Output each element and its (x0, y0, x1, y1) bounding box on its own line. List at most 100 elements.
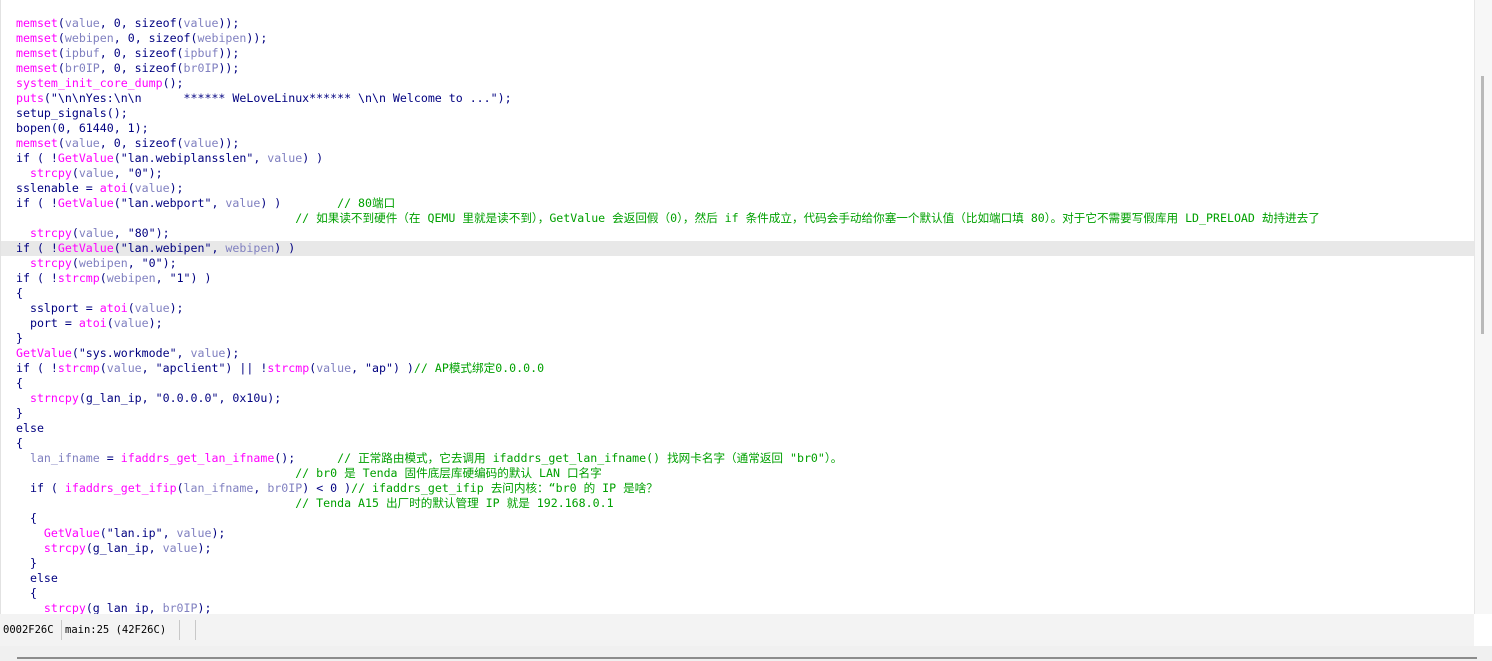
code-line[interactable]: strcpy(g_lan_ip, value); (16, 541, 1474, 556)
code-line[interactable]: memset(webipen, 0, sizeof(webipen)); (16, 31, 1474, 46)
code-token-plain: sslport = (16, 301, 100, 315)
code-line[interactable]: if ( ifaddrs_get_ifip(lan_ifname, br0IP)… (16, 481, 1474, 496)
code-line[interactable]: lan_ifname = ifaddrs_get_lan_ifname(); /… (16, 451, 1474, 466)
code-token-plain: )); (218, 46, 240, 60)
code-token-plain: else (16, 421, 44, 435)
code-token-plain: } (16, 406, 23, 420)
code-token-plain: )); (218, 16, 240, 30)
code-line[interactable]: strcpy(g_lan_ip, br0IP); (16, 601, 1474, 614)
code-token-var: webipen (225, 241, 275, 255)
code-line[interactable]: if ( !strcmp(value, "apclient") || !strc… (16, 361, 1474, 376)
code-line[interactable]: if ( !GetValue("lan.webipen", webipen) ) (1, 241, 1474, 256)
code-token-var: value (134, 181, 170, 195)
vertical-scrollbar-thumb[interactable] (1481, 76, 1484, 334)
code-token-plain: ) ) (302, 151, 324, 165)
code-line[interactable]: strncpy(g_lan_ip, "0.0.0.0", 0x10u); (16, 391, 1474, 406)
code-token-var: lan_ifname (29, 451, 100, 465)
code-line[interactable]: memset(br0IP, 0, sizeof(br0IP)); (16, 61, 1474, 76)
code-line[interactable]: system_init_core_dump(); (16, 76, 1474, 91)
code-line[interactable]: // br0 是 Tenda 固件底层库硬编码的默认 LAN 口名字 (16, 466, 1474, 481)
code-line[interactable]: sslenable = atoi(value); (16, 181, 1474, 196)
code-line[interactable]: { (16, 376, 1474, 391)
code-line[interactable]: port = atoi(value); (16, 316, 1474, 331)
horizontal-scrollbar[interactable] (0, 646, 1492, 661)
code-line[interactable]: memset(value, 0, sizeof(value)); (16, 16, 1474, 31)
code-line[interactable]: strcpy(value, "80"); (16, 226, 1474, 241)
code-token-var: br0IP (64, 61, 100, 75)
code-line[interactable]: if ( !GetValue("lan.webiplansslen", valu… (16, 151, 1474, 166)
code-token-plain: ( (57, 31, 65, 45)
code-token-fn: memset (16, 16, 58, 30)
code-token-fn: GetValue (16, 346, 72, 360)
code-token-fn: memset (16, 61, 58, 75)
vertical-scrollbar[interactable] (1474, 0, 1492, 614)
code-token-str: , "apclient") || ! (141, 361, 268, 375)
code-token-plain: sslenable = (16, 181, 100, 195)
code-token-plain: (); (274, 451, 338, 465)
code-line[interactable]: setup_signals(); (16, 106, 1474, 121)
code-token-str: (g_lan_ip, (85, 601, 163, 614)
code-token-plain: ( (106, 316, 114, 330)
code-line[interactable]: sslport = atoi(value); (16, 301, 1474, 316)
code-line[interactable]: // 如果读不到硬件（在 QEMU 里就是读不到），GetValue 会返回假（… (16, 211, 1474, 226)
code-token-plain: ( (99, 361, 107, 375)
code-line[interactable]: strcpy(webipen, "0"); (16, 256, 1474, 271)
code-line[interactable]: bopen(0, 61440, 1); (16, 121, 1474, 136)
code-line[interactable]: strcpy(value, "0"); (16, 166, 1474, 181)
code-token-plain: ( (57, 136, 65, 150)
code-token-plain: , 0, sizeof( (99, 16, 184, 30)
code-token-fn: memset (16, 136, 58, 150)
code-token-var: ipbuf (183, 46, 219, 60)
code-token-plain: ); (197, 541, 212, 555)
code-token-plain: ); (225, 346, 240, 360)
code-token-plain: if ( ! (16, 361, 58, 375)
code-token-plain: )); (218, 61, 240, 75)
code-token-fn: GetValue (43, 526, 100, 540)
code-line[interactable]: } (16, 406, 1474, 421)
code-token-plain: if ( ! (16, 241, 58, 255)
status-location: main:25 (42F26C) (62, 620, 180, 640)
code-line[interactable]: { (16, 511, 1474, 526)
code-line[interactable]: if ( !strcmp(webipen, "1") ) (16, 271, 1474, 286)
code-line[interactable]: puts("\n\nYes:\n\n ****** WeLoveLinux***… (16, 91, 1474, 106)
horizontal-scrollbar-track[interactable] (17, 657, 1477, 659)
code-line[interactable]: GetValue("sys.workmode", value); (16, 346, 1474, 361)
code-line[interactable]: if ( !GetValue("lan.webport", value) ) /… (16, 196, 1474, 211)
code-line[interactable]: GetValue("lan.ip", value); (16, 526, 1474, 541)
code-line[interactable]: else (16, 421, 1474, 436)
code-token-plain: ); (169, 181, 184, 195)
code-token-cmt: // AP模式绑定0.0.0.0 (413, 361, 545, 375)
code-line[interactable]: } (16, 331, 1474, 346)
code-token-plain: ); (148, 316, 163, 330)
code-token-plain: setup_signals(); (16, 106, 128, 120)
code-token-fn: ifaddrs_get_ifip (64, 481, 177, 495)
code-token-plain: ( (127, 181, 135, 195)
code-line[interactable]: memset(value, 0, sizeof(value)); (16, 136, 1474, 151)
code-line[interactable]: { (16, 586, 1474, 601)
code-token-plain: ( (99, 271, 107, 285)
code-line[interactable]: else (16, 571, 1474, 586)
code-line[interactable]: memset(ipbuf, 0, sizeof(ipbuf)); (16, 46, 1474, 61)
code-token-fn: strcpy (43, 601, 86, 614)
code-token-fn: strcpy (29, 166, 72, 180)
code-token-plain: bopen(0, 61440, 1); (16, 121, 149, 135)
code-line[interactable]: { (16, 436, 1474, 451)
code-token-plain: ); (169, 301, 184, 315)
code-line[interactable]: } (16, 556, 1474, 571)
code-token-var: value (113, 316, 149, 330)
code-token-var: value (183, 16, 219, 30)
code-line[interactable]: // Tenda A15 出厂时的默认管理 IP 就是 192.168.0.1 (16, 496, 1474, 511)
code-token-var: value (106, 361, 142, 375)
code-token-str: , "80"); (113, 226, 170, 240)
code-line[interactable]: { (16, 286, 1474, 301)
code-token-cmt: // 如果读不到硬件（在 QEMU 里就是读不到），GetValue 会返回假（… (295, 211, 1320, 225)
pseudocode-view[interactable]: memset(value, 0, sizeof(value)); memset(w… (0, 0, 1474, 614)
code-token-fn: atoi (99, 301, 128, 315)
code-token-plain: )); (218, 136, 240, 150)
code-token-var: br0IP (183, 61, 219, 75)
code-token-str: (g_lan_ip, "0.0.0.0", 0x10u); (78, 391, 282, 405)
